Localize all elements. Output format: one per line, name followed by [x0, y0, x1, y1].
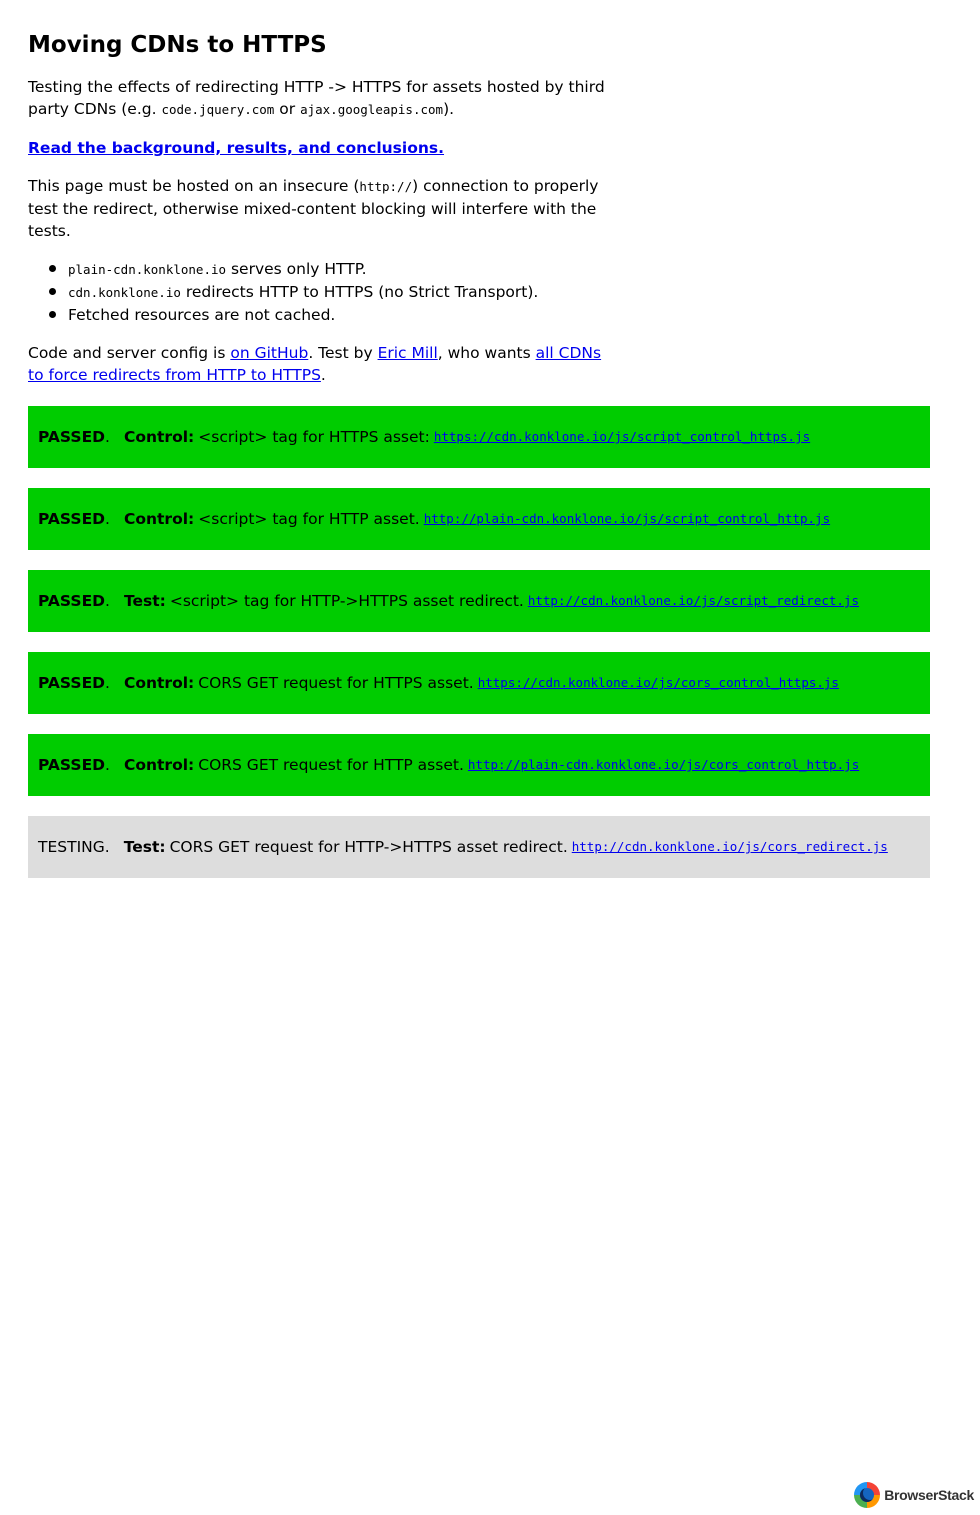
bullet-icon [49, 288, 56, 295]
test-description: CORS GET request for HTTP->HTTPS asset r… [169, 838, 568, 856]
credits-text-2: . Test by [308, 344, 378, 362]
note-code: plain-cdn.konklone.io [68, 262, 227, 277]
intro-text-2: or [274, 100, 301, 118]
test-kind: Control: [123, 428, 195, 446]
test-url-link[interactable]: https://cdn.konklone.io/js/script_contro… [434, 426, 810, 448]
test-kind: Control: [123, 674, 195, 692]
test-status: PASSED. [38, 510, 110, 528]
page-title: Moving CDNs to HTTPS [28, 32, 327, 58]
background-link-paragraph: Read the background, results, and conclu… [28, 137, 613, 159]
test-description: CORS GET request for HTTPS asset. [198, 674, 474, 692]
test-status: PASSED. [38, 674, 110, 692]
test-row: PASSED. Control: <script> tag for HTTP a… [28, 488, 930, 550]
credits-paragraph: Code and server config is on GitHub. Tes… [28, 342, 613, 386]
test-kind: Test: [123, 592, 166, 610]
browserstack-name: BrowserStack [884, 1487, 974, 1503]
test-description: CORS GET request for HTTP asset. [198, 756, 464, 774]
intro-text-3: ). [443, 100, 455, 118]
insecure-code-http: http:// [359, 179, 413, 194]
notes-list: plain-cdn.konklone.io serves only HTTP. … [28, 258, 930, 326]
test-row: PASSED. Control: <script> tag for HTTPS … [28, 406, 930, 468]
test-url-link[interactable]: http://plain-cdn.konklone.io/js/script_c… [424, 508, 830, 530]
test-row: PASSED. Test: <script> tag for HTTP->HTT… [28, 570, 930, 632]
credits-text-3: , who wants [437, 344, 536, 362]
page-content: Moving CDNs to HTTPS Testing the effects… [28, 0, 930, 898]
intro-paragraph: Testing the effects of redirecting HTTP … [28, 76, 613, 121]
test-url-link[interactable]: https://cdn.konklone.io/js/cors_control_… [478, 672, 839, 694]
test-status-word: PASSED [38, 510, 106, 528]
test-status-word: PASSED [38, 756, 106, 774]
test-url-link[interactable]: http://cdn.konklone.io/js/cors_redirect.… [572, 836, 888, 858]
test-status: PASSED. [38, 592, 110, 610]
background-link[interactable]: Read the background, results, and conclu… [28, 139, 444, 157]
test-status: TESTING. [38, 838, 110, 856]
browserstack-logo-icon [854, 1482, 881, 1508]
intro-code-googleapis: ajax.googleapis.com [300, 102, 444, 117]
browserstack-branding: BrowserStack [854, 1481, 974, 1509]
list-item: plain-cdn.konklone.io serves only HTTP. [49, 258, 930, 281]
test-kind: Control: [123, 510, 195, 528]
test-status-word: PASSED [38, 592, 106, 610]
test-url-link[interactable]: http://cdn.konklone.io/js/script_redirec… [528, 590, 859, 612]
insecure-paragraph: This page must be hosted on an insecure … [28, 175, 613, 242]
test-url-link[interactable]: http://plain-cdn.konklone.io/js/cors_con… [468, 754, 859, 776]
test-row: PASSED. Control: CORS GET request for HT… [28, 734, 930, 796]
bullet-icon [49, 311, 56, 318]
test-description: <script> tag for HTTP->HTTPS asset redir… [169, 592, 524, 610]
list-item: Fetched resources are not cached. [49, 304, 930, 326]
note-code: cdn.konklone.io [68, 285, 181, 300]
note-text: Fetched resources are not cached. [68, 306, 336, 324]
test-row: TESTING. Test: CORS GET request for HTTP… [28, 816, 930, 878]
test-row: PASSED. Control: CORS GET request for HT… [28, 652, 930, 714]
test-status: PASSED. [38, 428, 110, 446]
test-status-word: TESTING [38, 838, 105, 856]
test-description: <script> tag for HTTPS asset: [198, 428, 430, 446]
list-item: cdn.konklone.io redirects HTTP to HTTPS … [49, 281, 930, 304]
credits-text-1: Code and server config is [28, 344, 231, 362]
test-status-word: PASSED [38, 674, 106, 692]
note-text: redirects HTTP to HTTPS (no Strict Trans… [180, 283, 539, 301]
github-link[interactable]: on GitHub [230, 344, 308, 362]
test-kind: Control: [123, 756, 195, 774]
insecure-text-1: This page must be hosted on an insecure … [28, 177, 360, 195]
intro-code-jquery: code.jquery.com [161, 102, 275, 117]
author-link[interactable]: Eric Mill [378, 344, 438, 362]
test-description: <script> tag for HTTP asset. [198, 510, 420, 528]
test-status-word: PASSED [38, 428, 106, 446]
test-results: PASSED. Control: <script> tag for HTTPS … [28, 406, 930, 878]
note-text: serves only HTTP. [226, 260, 367, 278]
test-kind: Test: [123, 838, 166, 856]
test-status: PASSED. [38, 756, 110, 774]
credits-text-4: . [320, 366, 326, 384]
bullet-icon [49, 265, 56, 272]
